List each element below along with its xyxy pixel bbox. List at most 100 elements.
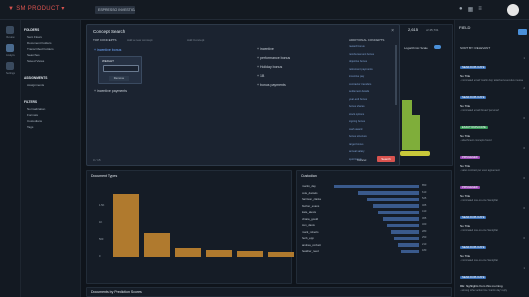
custodian-bar[interactable] [378, 210, 419, 214]
concept-row[interactable]: + Holiday bonus [257, 65, 282, 69]
note-card[interactable]: PRIVILEGED No Title - sales contract per e… [460, 145, 525, 172]
field-tab[interactable]: FIELD [459, 25, 470, 30]
log-scale-toggle[interactable] [434, 45, 441, 49]
note-card[interactable]: NEAR-DUPLICATE No Title - nominated email … [460, 85, 525, 112]
log-scale-label: Logarithmic Scale [404, 46, 428, 50]
avatar[interactable] [507, 4, 519, 16]
additional-concept-item[interactable]: reimbursement bonus [349, 53, 393, 61]
custodian-bar[interactable] [394, 236, 419, 240]
custodian-label: herb_epp [302, 236, 314, 240]
note-card[interactable]: NEAR-DUPLICATE RE: highlights from this m… [460, 265, 525, 292]
additional-concept-item[interactable]: incentive pay [349, 75, 393, 83]
concept-row[interactable]: + performance bonus [257, 56, 290, 60]
custodian-value: 410 [422, 210, 427, 213]
concept-row[interactable]: + 1B [257, 74, 264, 78]
green-bar [412, 115, 420, 150]
additional-concept-item[interactable]: cash award [349, 128, 393, 136]
settings-icon[interactable] [6, 62, 14, 70]
search-button[interactable]: Search [377, 156, 395, 162]
filter-item[interactable]: Normalization [27, 107, 45, 111]
add-concept-input[interactable]: Add a new concept [127, 38, 153, 42]
folder-item[interactable]: Saved Views [27, 59, 44, 63]
assignment-item[interactable]: Assignments [27, 83, 44, 87]
folder-item[interactable]: Document Folders [27, 41, 52, 45]
custodian-bar[interactable] [334, 184, 419, 188]
additional-concept-item[interactable]: stock options [349, 113, 393, 121]
additional-concept-item[interactable]: settlement details [349, 90, 393, 98]
prediction-scores-title: Documents by Prediction Scores [91, 290, 142, 294]
custodian-bar[interactable] [372, 204, 419, 208]
bell-icon[interactable]: ● [459, 6, 463, 13]
analyze-icon[interactable] [6, 44, 14, 52]
top-concepts-header: TOP CONCEPTS [93, 38, 117, 42]
custodian-bar[interactable] [382, 217, 419, 221]
document-type-bar[interactable] [144, 233, 170, 257]
selected-concept[interactable]: + incentive bonus [94, 48, 174, 53]
custodian-bar[interactable] [387, 223, 419, 227]
custodian-bar[interactable] [366, 197, 419, 201]
document-type-bar[interactable] [175, 247, 201, 257]
concept-row[interactable]: + incentive payments [94, 89, 127, 93]
additional-concept-item[interactable]: bonus shares [349, 105, 393, 113]
note-tag: PRIVILEGED [460, 186, 480, 189]
custodian-label: andrea_corbett [302, 242, 321, 247]
prediction-scores-panel: Documents by Prediction Scores [86, 287, 452, 297]
additional-concept-item[interactable]: retirement payments [349, 68, 393, 76]
concept-row[interactable]: + incentive [257, 47, 274, 51]
yellow-slider[interactable] [400, 151, 430, 156]
note-card[interactable]: EXACT DUPLICATE No Title - attachment conc… [460, 115, 525, 142]
custodian-label: fischer_evans [302, 203, 320, 208]
document-type-bar[interactable] [237, 250, 263, 257]
weight-stepper[interactable] [103, 65, 139, 72]
review-icon[interactable] [6, 26, 14, 34]
folder-item[interactable]: Transcribed Folders [27, 47, 54, 51]
workspace-selector[interactable]: ESPRESSO INVESTIGATION [95, 6, 135, 14]
note-card[interactable]: PRIVILEGED No Title - nominated one-on-one… [460, 175, 525, 202]
note-card[interactable]: NEAR-DUPLICATE No Title - nominated email … [460, 55, 525, 82]
note-desc: - nominated email 'martin day' attached … [460, 79, 523, 82]
filter-item[interactable]: Formats [27, 113, 38, 117]
document-type-bar[interactable] [206, 250, 232, 257]
additional-concept-item[interactable]: target bonus [349, 143, 393, 151]
additional-concept-item[interactable]: year-end bonus [349, 98, 393, 106]
y-tick: 1.5K [99, 204, 105, 207]
custodian-label: heather_reed [302, 249, 319, 253]
remove-button[interactable]: Remove [109, 76, 129, 81]
note-card[interactable]: NEAR-DUPLICATE No Title - nominated one-on… [460, 205, 525, 232]
filter-item[interactable]: Custodians [27, 119, 42, 123]
additional-concept-item[interactable]: reward bonus [349, 45, 393, 53]
additional-concept-item[interactable]: contractor transfers [349, 83, 393, 91]
filter-item[interactable]: Tags [27, 125, 33, 129]
note-card[interactable]: NEAR-DUPLICATE No Title - nominated one-on… [460, 235, 525, 262]
folder-item[interactable]: Searches [27, 53, 40, 57]
note-count: 0 [523, 116, 525, 120]
sort-filter[interactable]: SORT BY: RELEVANT [460, 46, 490, 50]
additional-concept-item[interactable]: objective bonus [349, 60, 393, 68]
note-title: No Title [460, 74, 471, 78]
product-logo[interactable]: ▼ SM PRODUCT ▾ [8, 5, 65, 12]
menu-icon[interactable]: ≡ [478, 6, 482, 13]
custodian-bar[interactable] [401, 249, 419, 253]
grid-icon[interactable]: ▦ [468, 6, 474, 13]
close-icon[interactable]: × [391, 28, 394, 34]
folder-item[interactable]: Sent Flows [27, 35, 42, 39]
custodian-bar[interactable] [398, 243, 419, 247]
note-tag: EXACT DUPLICATE [460, 126, 488, 129]
cancel-button[interactable]: Cancel [357, 158, 366, 162]
concept-row[interactable]: + bonus payments [257, 83, 286, 87]
additional-concept-item[interactable]: signing bonus [349, 120, 393, 128]
custodian-bar[interactable] [358, 191, 419, 195]
result-count-label: of 45,731 [426, 28, 439, 32]
document-type-bar[interactable] [268, 251, 294, 257]
note-tag: NEAR-DUPLICATE [460, 246, 487, 249]
document-type-bar[interactable] [113, 193, 139, 257]
scrollbar[interactable] [395, 45, 397, 105]
custodian-bar[interactable] [391, 230, 419, 234]
custodian-title: Custodian [301, 174, 317, 178]
add-concept-link[interactable]: Add Concept [187, 38, 204, 42]
custodian-value: 280 [422, 229, 427, 233]
note-title: No Title [460, 254, 471, 258]
custodian-label: cole_daniels [302, 190, 318, 195]
add-button[interactable] [518, 29, 527, 35]
additional-concept-item[interactable]: bonus structure [349, 135, 393, 143]
